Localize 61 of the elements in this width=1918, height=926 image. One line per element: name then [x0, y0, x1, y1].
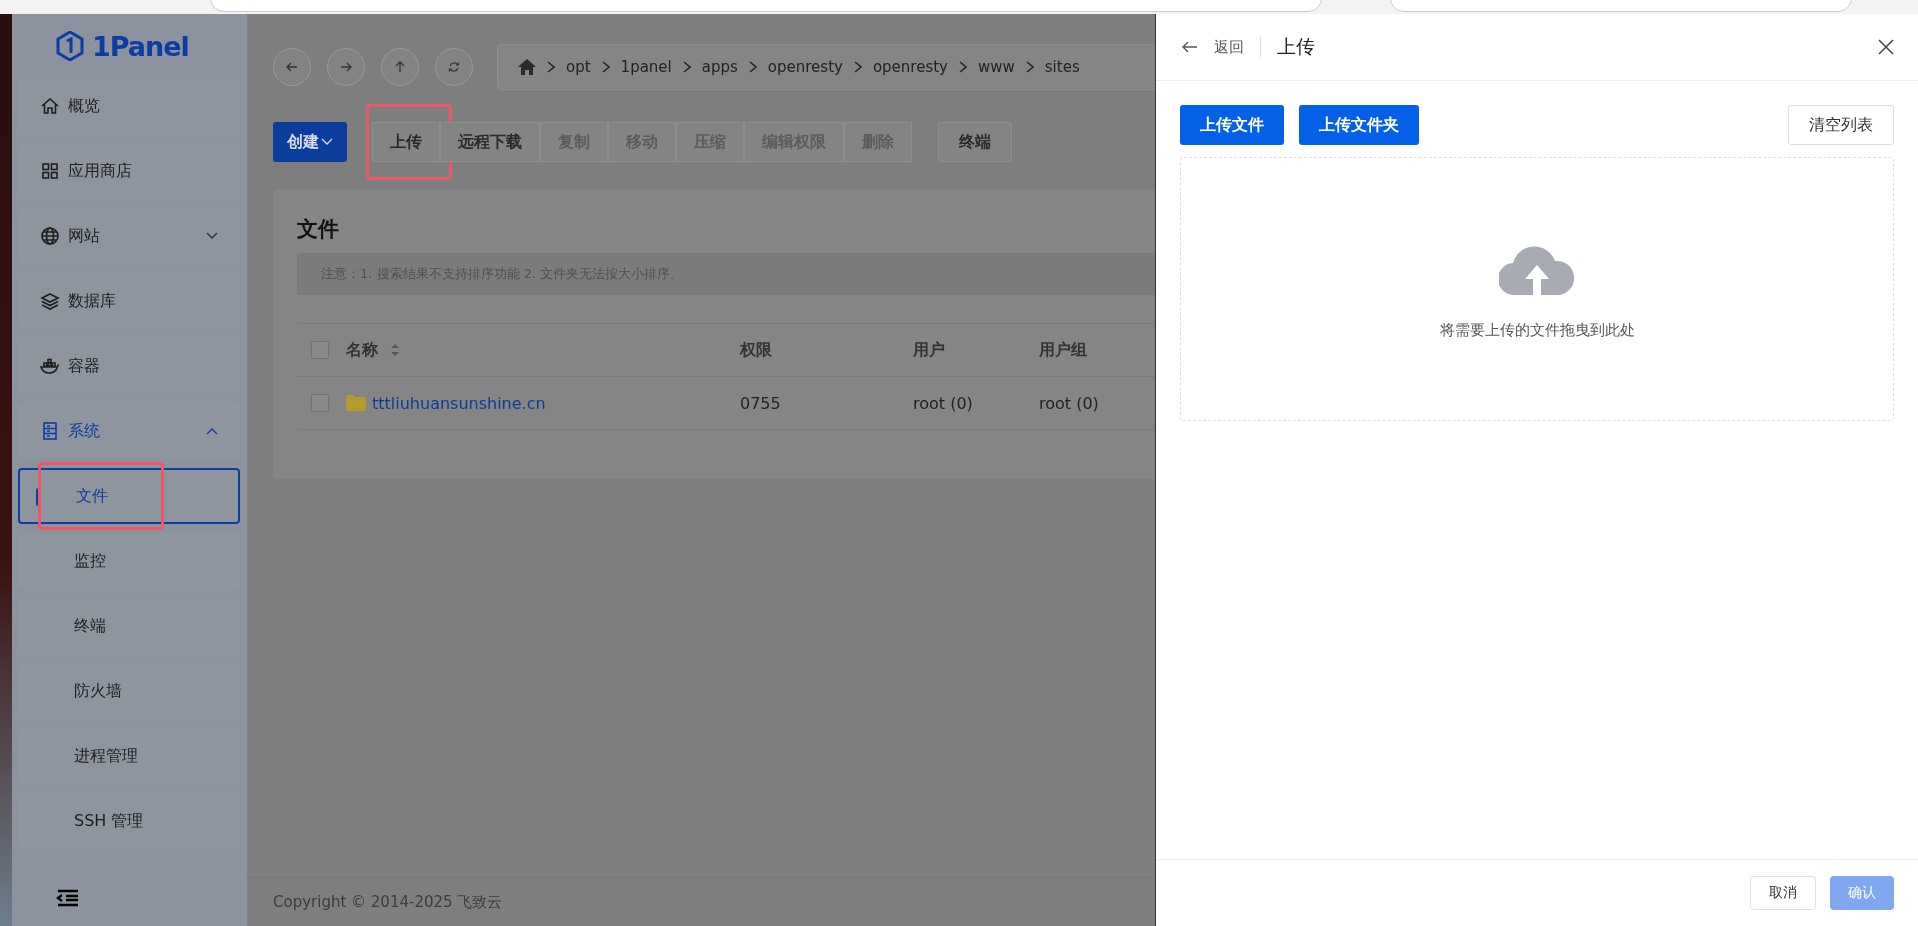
path-segment[interactable]: sites: [1044, 58, 1080, 76]
chevron-right-icon: [1025, 61, 1034, 73]
column-header: 用户组: [1039, 339, 1088, 361]
arrow-right-icon: [340, 61, 352, 73]
column-header: 权限: [740, 339, 773, 361]
chevron-right-icon: [959, 61, 967, 73]
chevron-right-icon: [682, 61, 691, 73]
back-link[interactable]: 返回: [1214, 37, 1244, 57]
upload-action-button[interactable]: 上传文件: [1180, 105, 1284, 145]
grid-icon: [40, 161, 60, 181]
table-cell-text: root (0): [1039, 393, 1100, 413]
column-header[interactable]: 名称: [346, 339, 740, 361]
forward-button[interactable]: [327, 48, 365, 86]
table-cell-text: 0755: [740, 393, 782, 413]
copyright-text: Copyright © 2014-2025 飞致云: [273, 892, 503, 912]
column-header: 用户: [913, 339, 946, 361]
globe-icon: [40, 226, 60, 246]
nav-subitem[interactable]: 文件: [18, 468, 240, 524]
create-button[interactable]: 创建: [273, 122, 347, 162]
close-icon[interactable]: [1878, 39, 1894, 55]
upload-action-button[interactable]: 上传文件夹: [1299, 105, 1419, 145]
path-segment[interactable]: opt: [566, 58, 591, 76]
home-icon[interactable]: [518, 59, 536, 75]
card-title: 文件: [297, 216, 340, 243]
toolbar-button[interactable]: 上传: [372, 122, 440, 162]
refresh-icon: [448, 61, 460, 73]
toolbar-button[interactable]: 远程下载: [440, 122, 540, 162]
caret-icon: [321, 138, 333, 146]
brand-name: 1Panel: [92, 30, 189, 62]
sort-icon[interactable]: [390, 343, 400, 357]
file-link[interactable]: tttliuhuansunshine.cn: [372, 393, 546, 413]
dialog-button[interactable]: 取消: [1750, 876, 1816, 910]
path-segment[interactable]: openresty: [872, 58, 948, 76]
drop-zone[interactable]: 将需要上传的文件拖曳到此处: [1180, 157, 1894, 421]
layers-icon: [40, 291, 60, 311]
up-button[interactable]: [381, 48, 419, 86]
collapse-menu-icon[interactable]: [56, 888, 80, 908]
terminal-button[interactable]: 终端: [938, 122, 1012, 162]
folder-icon: [346, 395, 366, 411]
checkbox[interactable]: [311, 341, 329, 359]
chevron-right-icon: [748, 61, 757, 73]
upload-action-button[interactable]: 清空列表: [1788, 105, 1894, 145]
drawer-title: 上传: [1277, 34, 1315, 59]
logo-icon: [56, 31, 84, 61]
checkbox[interactable]: [311, 394, 329, 412]
path-segment[interactable]: www: [978, 58, 1015, 76]
table-cell-text: root (0): [913, 393, 974, 413]
drop-hint: 将需要上传的文件拖曳到此处: [1439, 320, 1635, 340]
chevron-right-icon: [601, 61, 610, 73]
arrow-up-icon: [394, 61, 406, 73]
path-segment[interactable]: apps: [701, 58, 738, 76]
path-segment[interactable]: openresty: [767, 58, 843, 76]
server-icon: [40, 421, 60, 441]
back-arrow-icon[interactable]: [1182, 41, 1198, 53]
home-icon: [40, 96, 60, 116]
back-button[interactable]: [273, 48, 311, 86]
chevron-right-icon: [547, 61, 555, 73]
path-segment[interactable]: 1panel: [620, 58, 672, 76]
chevron-right-icon: [853, 61, 862, 73]
refresh-button[interactable]: [435, 48, 473, 86]
arrow-left-icon: [286, 61, 298, 73]
